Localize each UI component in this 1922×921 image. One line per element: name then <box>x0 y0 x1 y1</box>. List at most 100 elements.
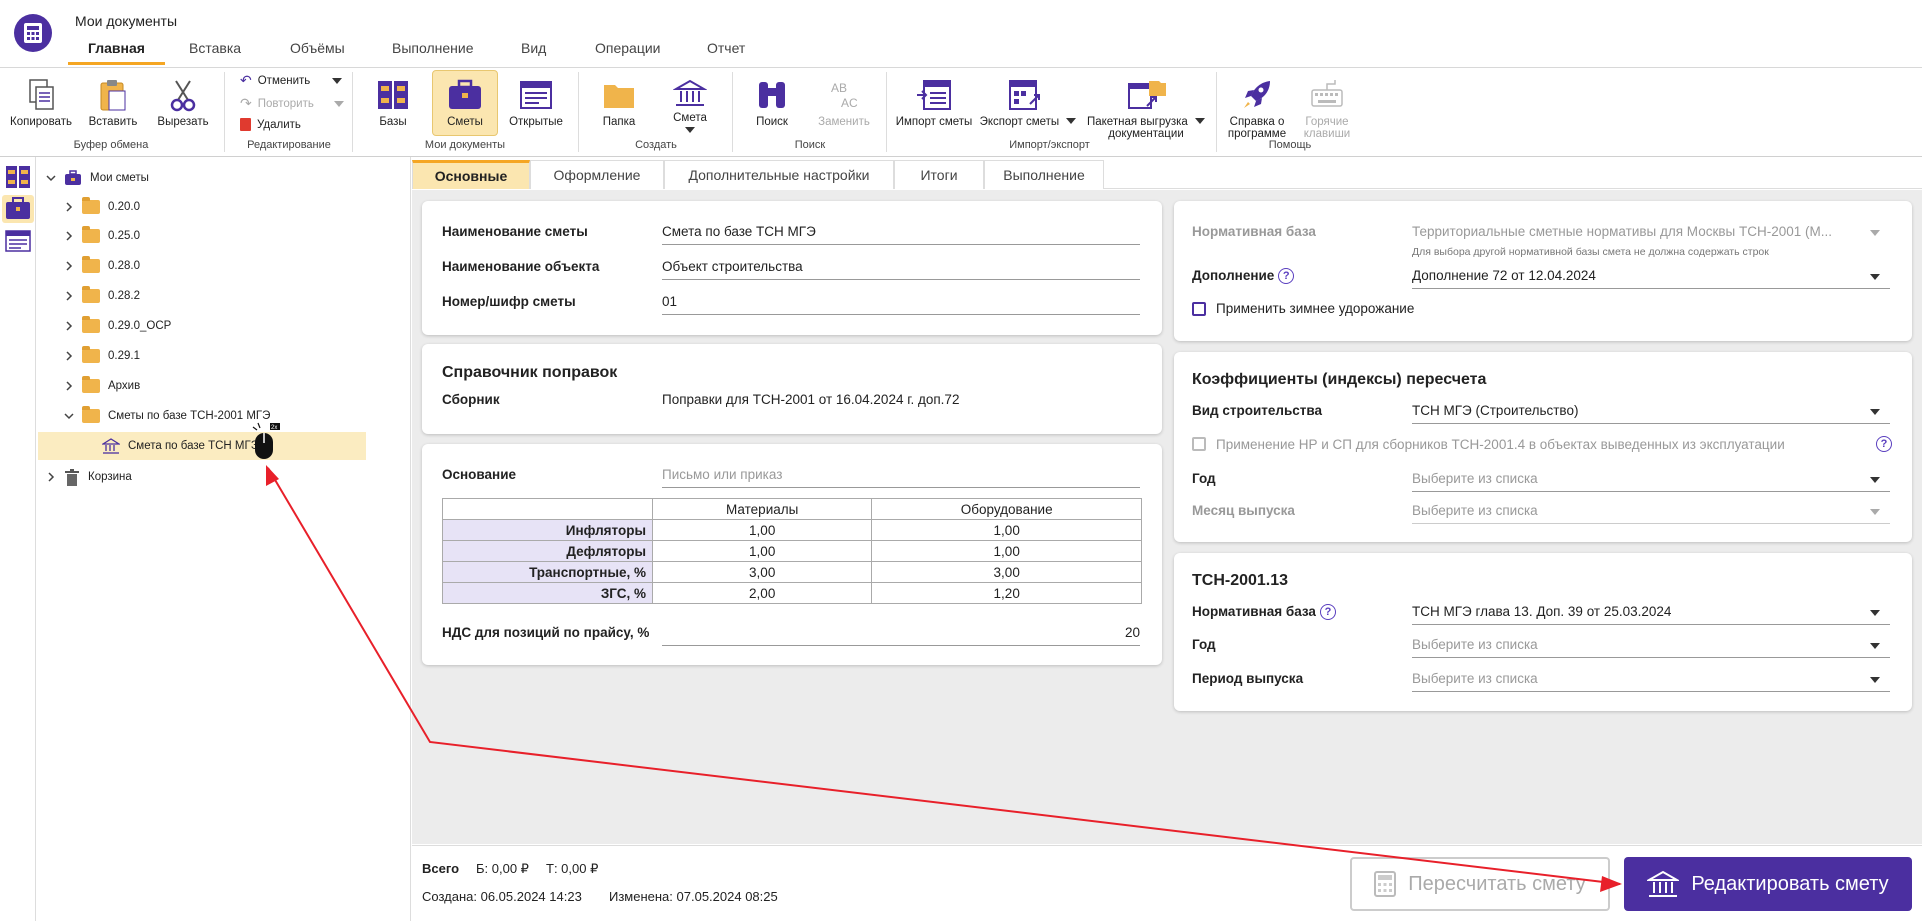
chevron-right-icon[interactable] <box>46 472 56 482</box>
norm-base-select[interactable]: Территориальные сметные нормативы для Мо… <box>1412 224 1890 244</box>
winter-checkbox[interactable] <box>1192 302 1206 316</box>
tab-totals[interactable]: Итоги <box>894 160 984 189</box>
materials-cell[interactable]: 1,00 <box>651 519 873 541</box>
undo-dropdown-icon[interactable] <box>332 77 343 84</box>
norm-base-dropdown-icon[interactable] <box>1870 230 1880 236</box>
search-button[interactable]: Поиск <box>744 78 800 128</box>
redo-button[interactable]: ↷ Повторить <box>240 95 344 112</box>
redo-label: Повторить <box>257 97 314 110</box>
tree-root[interactable]: Мои сметы <box>46 167 149 189</box>
chevron-down-icon[interactable] <box>46 173 56 183</box>
app-logo[interactable] <box>14 14 52 52</box>
tree-folder[interactable]: 0.28.0 <box>64 255 140 277</box>
about-button[interactable]: Справка о программе <box>1222 78 1292 140</box>
batch-export-dropdown-icon[interactable] <box>1195 118 1205 124</box>
release-month-dropdown-icon[interactable] <box>1870 509 1880 515</box>
tab-execution[interactable]: Выполнение <box>984 160 1104 189</box>
equipment-cell[interactable]: 1,00 <box>871 519 1142 541</box>
tab-main[interactable]: Основные <box>412 160 530 189</box>
tsn-period-select[interactable]: Выберите из списка <box>1412 671 1890 692</box>
ribbon-tab-insert[interactable]: Вставка <box>189 40 241 60</box>
chevron-right-icon[interactable] <box>64 231 74 241</box>
tsn-year-dropdown-icon[interactable] <box>1870 643 1880 649</box>
materials-cell[interactable]: 3,00 <box>651 561 873 583</box>
coef-year-dropdown-icon[interactable] <box>1870 477 1880 483</box>
tsn-period-dropdown-icon[interactable] <box>1870 677 1880 683</box>
paste-button[interactable]: Вставить <box>82 78 144 128</box>
tab-advanced-settings[interactable]: Дополнительные настройки <box>664 160 894 189</box>
addition-select[interactable]: Дополнение 72 от 12.04.2024 <box>1412 268 1890 289</box>
equipment-cell[interactable]: 1,20 <box>871 582 1142 604</box>
rail-estimates-icon[interactable] <box>5 197 31 221</box>
export-dropdown-icon[interactable] <box>1066 118 1077 124</box>
estimates-button[interactable]: Сметы <box>432 78 498 128</box>
help-icon[interactable]: ? <box>1319 604 1336 621</box>
addition-dropdown-icon[interactable] <box>1870 274 1880 280</box>
cut-button[interactable]: Вырезать <box>152 78 214 128</box>
ribbon-tab-operations[interactable]: Операции <box>595 40 661 60</box>
tsn-base-select[interactable]: ТСН МГЭ глава 13. Доп. 39 от 25.03.2024 <box>1412 604 1890 625</box>
ribbon-tab-volumes[interactable]: Объёмы <box>290 40 345 60</box>
release-month-select[interactable]: Выберите из списка <box>1412 503 1890 524</box>
construction-type-select[interactable]: ТСН МГЭ (Строительство) <box>1412 403 1890 424</box>
estimate-dropdown-icon[interactable] <box>685 127 695 134</box>
tsn-year-select[interactable]: Выберите из списка <box>1412 637 1890 658</box>
tree-item-estimate[interactable]: Смета по базе ТСН МГЭ <box>102 435 259 457</box>
cut-label: Вырезать <box>157 116 209 128</box>
tree-folder[interactable]: Архив <box>64 375 140 397</box>
estimate-number-field[interactable]: 01 <box>662 294 1140 315</box>
chevron-right-icon[interactable] <box>64 291 74 301</box>
help-icon[interactable]: ? <box>1278 268 1295 285</box>
rail-bases-icon[interactable] <box>5 165 31 189</box>
copy-button[interactable]: Копировать <box>8 78 74 128</box>
coef-year-select[interactable]: Выберите из списка <box>1412 471 1890 492</box>
tsn-base-dropdown-icon[interactable] <box>1870 610 1880 616</box>
estimate-name-field[interactable]: Смета по базе ТСН МГЭ <box>662 224 1140 245</box>
ribbon-tab-execution[interactable]: Выполнение <box>392 40 473 60</box>
recalculate-button[interactable]: Пересчитать смету <box>1350 857 1610 911</box>
chevron-right-icon[interactable] <box>64 381 74 391</box>
help-icon[interactable]: ? <box>1876 436 1892 452</box>
folder-button[interactable]: Папка <box>592 78 646 128</box>
opened-button[interactable]: Открытые <box>504 78 568 128</box>
tree-trash[interactable]: Корзина <box>46 466 132 488</box>
chevron-right-icon[interactable] <box>64 321 74 331</box>
tree-folder[interactable]: 0.29.1 <box>64 345 140 367</box>
chevron-right-icon[interactable] <box>64 351 74 361</box>
nr-sp-checkbox[interactable] <box>1192 437 1206 451</box>
replace-button[interactable]: AB AC Заменить <box>812 78 876 128</box>
chevron-down-icon[interactable] <box>64 411 74 421</box>
release-month-label: Месяц выпуска <box>1192 503 1295 518</box>
batch-export-button[interactable]: Пакетная выгрузка документации <box>1086 78 1206 140</box>
materials-cell[interactable]: 1,00 <box>651 540 873 562</box>
export-button[interactable]: Экспорт сметы <box>978 78 1078 128</box>
tree-folder-expanded[interactable]: Сметы по базе ТСН-2001 МГЭ <box>64 405 270 427</box>
ribbon-tab-main[interactable]: Главная <box>68 40 165 65</box>
tree-folder[interactable]: 0.29.0_ОСР <box>64 315 171 337</box>
tree-folder[interactable]: 0.20.0 <box>64 196 140 218</box>
redo-dropdown-icon[interactable] <box>333 100 344 107</box>
equipment-cell[interactable]: 3,00 <box>871 561 1142 583</box>
construction-type-dropdown-icon[interactable] <box>1870 409 1880 415</box>
vat-field[interactable]: 20 <box>662 625 1140 646</box>
chevron-right-icon[interactable] <box>64 202 74 212</box>
rail-opened-icon[interactable] <box>5 229 31 253</box>
edit-estimate-button[interactable]: Редактировать смету <box>1624 857 1912 911</box>
materials-cell[interactable]: 2,00 <box>651 582 873 604</box>
tree-folder[interactable]: 0.28.2 <box>64 285 140 307</box>
undo-button[interactable]: ↶ Отменить <box>240 72 343 89</box>
basis-input[interactable]: Письмо или приказ <box>662 467 1140 488</box>
hotkeys-button[interactable]: Горячие клавиши <box>1296 78 1358 140</box>
import-button[interactable]: Импорт сметы <box>893 78 975 128</box>
chevron-right-icon[interactable] <box>64 261 74 271</box>
folder-icon <box>82 376 100 393</box>
bases-button[interactable]: Базы <box>366 78 420 128</box>
ribbon-tab-report[interactable]: Отчет <box>707 40 745 60</box>
object-name-field[interactable]: Объект строительства <box>662 259 1140 280</box>
equipment-cell[interactable]: 1,00 <box>871 540 1142 562</box>
estimate-create-button[interactable]: Смета <box>660 78 720 134</box>
ribbon-tab-view[interactable]: Вид <box>521 40 546 60</box>
delete-button[interactable]: Удалить <box>240 118 301 131</box>
tree-folder[interactable]: 0.25.0 <box>64 225 140 247</box>
tab-design[interactable]: Оформление <box>530 160 664 189</box>
